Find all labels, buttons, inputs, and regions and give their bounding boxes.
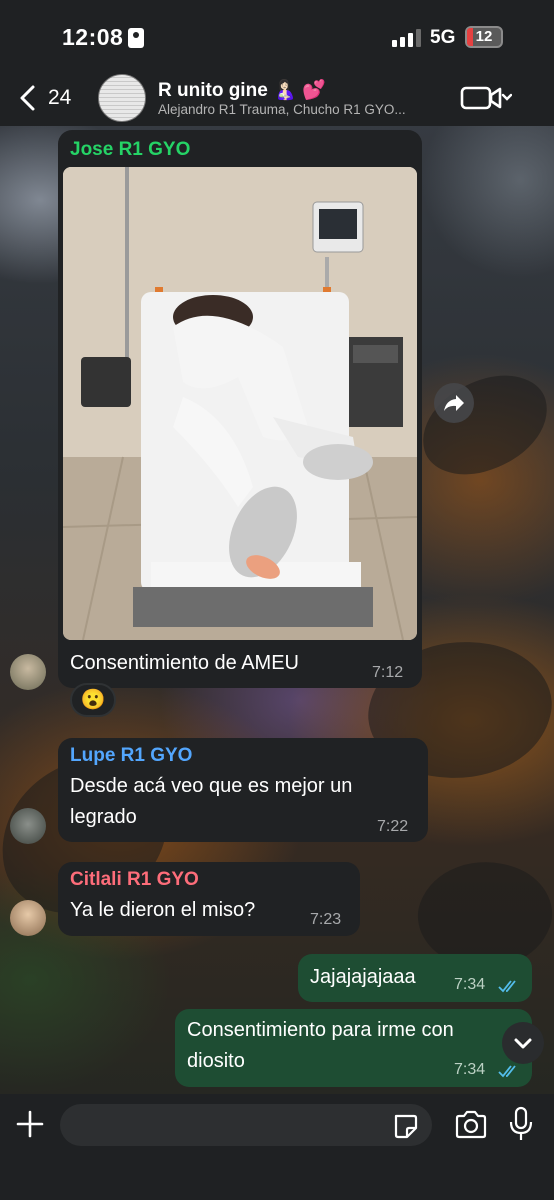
avatar-jose[interactable] xyxy=(10,654,46,690)
network-type: 5G xyxy=(430,27,456,48)
photo-attachment[interactable] xyxy=(63,167,417,640)
camera-icon[interactable] xyxy=(454,1110,488,1140)
message-time: 7:23 xyxy=(310,911,342,928)
focus-mode-icon xyxy=(128,28,144,48)
forward-icon xyxy=(444,395,464,411)
message-text-line-1: Consentimiento para irme con xyxy=(187,1019,454,1041)
group-members[interactable]: Alejandro R1 Trauma, Chucho R1 GYO... xyxy=(158,102,448,117)
avatar-lupe[interactable] xyxy=(10,808,46,844)
photo-content xyxy=(63,167,417,640)
message-text: Jajajajajaaa xyxy=(310,966,416,988)
message-time: 7:34 xyxy=(454,976,486,993)
clock: 12:08 xyxy=(62,24,124,50)
message-time: 7:34 xyxy=(454,1061,486,1078)
message-text-line-1: Desde acá veo que es mejor un xyxy=(70,775,353,797)
group-name[interactable]: R unito gine 🤱🏻 💕 xyxy=(158,78,326,102)
sender-name: Lupe R1 GYO xyxy=(70,745,193,766)
status-bar: 12:08 5G 12 xyxy=(0,0,554,72)
message-input[interactable] xyxy=(60,1104,432,1146)
message-text: Ya le dieron el miso? xyxy=(70,899,256,921)
sticker-icon[interactable] xyxy=(392,1113,418,1139)
scroll-down-button[interactable] xyxy=(502,1022,544,1064)
avatar-citlali[interactable] xyxy=(10,900,46,936)
signal-icon xyxy=(392,29,422,47)
video-call-icon[interactable] xyxy=(460,84,512,112)
scroll-down-icon xyxy=(514,1038,532,1049)
battery-level: 12 xyxy=(475,28,493,45)
chat-header: 24 R unito gine 🤱🏻 💕 Alejandro R1 Trauma… xyxy=(0,72,554,126)
message-composer xyxy=(0,1094,554,1200)
sender-name: Jose R1 GYO xyxy=(70,139,191,160)
message-bubble-outgoing[interactable]: Jajajajajaaa 7:34 xyxy=(298,954,532,1002)
forward-button[interactable] xyxy=(434,383,474,423)
message-text-line-2: legrado xyxy=(70,806,137,828)
read-receipt-icon xyxy=(498,980,516,993)
sender-name: Citlali R1 GYO xyxy=(70,869,199,890)
unread-count[interactable]: 24 xyxy=(48,86,71,110)
back-chevron-icon[interactable] xyxy=(16,84,44,112)
message-time: 7:22 xyxy=(377,818,409,835)
read-receipt-icon xyxy=(498,1065,516,1078)
photo-caption: Consentimiento de AMEU xyxy=(70,652,300,674)
battery-icon: 12 xyxy=(465,26,503,48)
message-time: 7:12 xyxy=(372,664,404,681)
microphone-icon[interactable] xyxy=(508,1106,534,1142)
message-text-line-2: diosito xyxy=(187,1050,245,1072)
message-bubble-outgoing[interactable]: Consentimiento para irme con diosito 7:3… xyxy=(175,1009,532,1087)
plus-icon[interactable] xyxy=(16,1110,44,1138)
group-avatar[interactable] xyxy=(98,74,146,122)
reaction-badge[interactable]: 😮 xyxy=(70,683,116,717)
